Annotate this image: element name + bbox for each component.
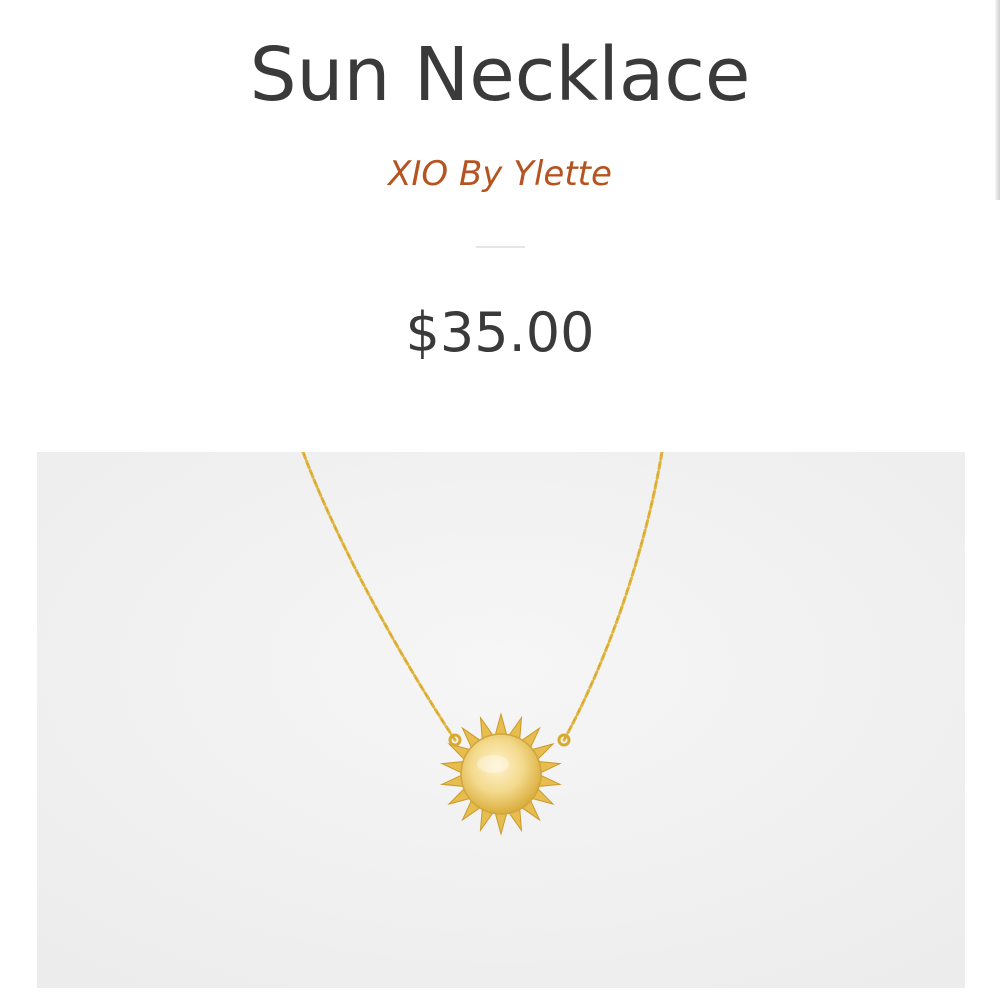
product-image[interactable] [37,452,965,988]
title-divider [476,246,525,248]
necklace-illustration [37,452,965,988]
product-title: Sun Necklace [249,32,751,118]
product-price: $35.00 [405,301,595,364]
product-page: Sun Necklace XIO By Ylette $35.00 [0,0,1000,998]
scrollbar-edge[interactable] [995,0,1000,200]
vendor-link[interactable]: XIO By Ylette [0,150,1000,198]
